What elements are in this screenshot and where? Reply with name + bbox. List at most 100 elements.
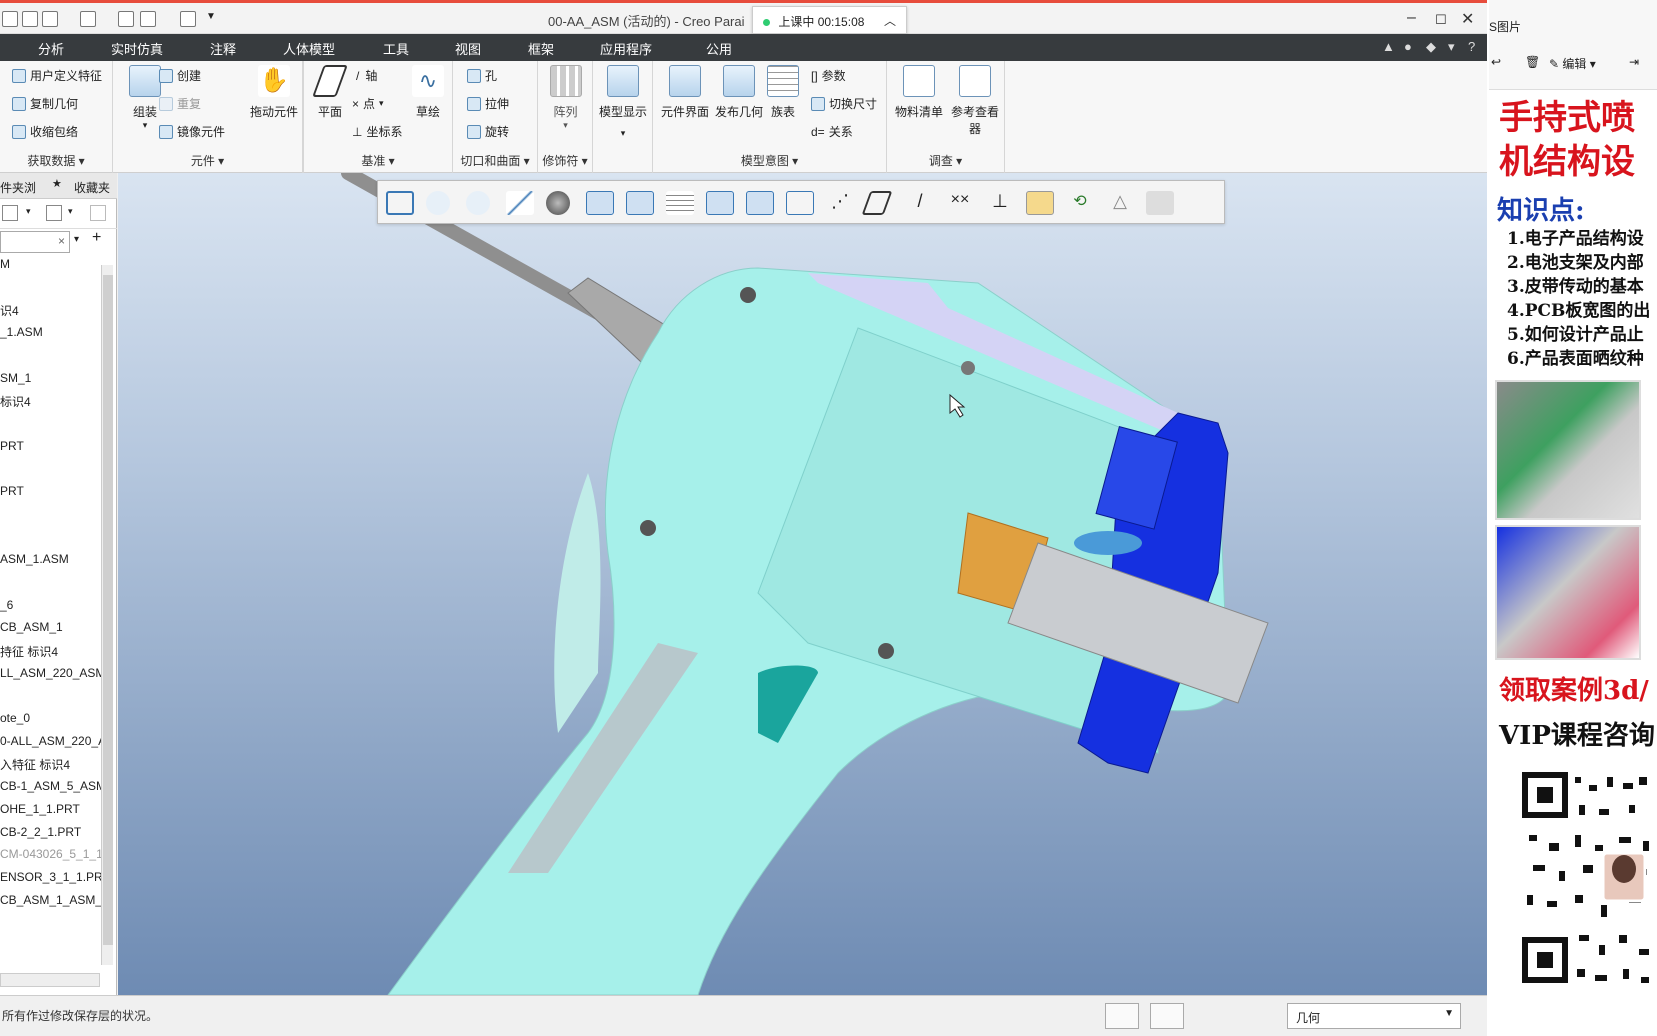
- tree-item[interactable]: ASM_1.ASM: [0, 552, 69, 566]
- revolve-button[interactable]: 旋转: [467, 123, 509, 140]
- csys-display-icon[interactable]: ⊥: [986, 191, 1014, 215]
- tree-search-input[interactable]: ×: [0, 231, 70, 253]
- shrinkwrap-button[interactable]: 收缩包络: [12, 123, 78, 140]
- tree-item[interactable]: CB-2_2_1.PRT: [0, 825, 81, 839]
- plane-display-icon[interactable]: [861, 191, 893, 215]
- tree-item[interactable]: ote_0: [0, 711, 30, 725]
- spin-center-icon[interactable]: [786, 191, 814, 215]
- annotation-display-icon[interactable]: [1026, 191, 1054, 215]
- publish-geometry-button[interactable]: 发布几何: [711, 65, 767, 120]
- tree-item[interactable]: LL_ASM_220_ASM: [0, 666, 105, 680]
- bom-button[interactable]: 物料清单: [891, 65, 947, 120]
- tree-item[interactable]: CB_ASM_1: [0, 620, 63, 634]
- group-label-cut-surface[interactable]: 切口和曲面 ▾: [453, 152, 537, 169]
- chevron-up-icon[interactable]: ︿: [884, 12, 896, 29]
- tree-item[interactable]: CB-1_ASM_5_ASM: [0, 779, 106, 793]
- repeat-button[interactable]: 重复: [159, 95, 201, 112]
- tab-favorites[interactable]: 收藏夹: [74, 179, 110, 196]
- share-icon[interactable]: ⇥: [1629, 55, 1639, 69]
- copy-geometry-button[interactable]: 复制几何: [12, 95, 78, 112]
- point-button[interactable]: × 点 ▾: [352, 95, 384, 112]
- group-label-component[interactable]: 元件 ▾: [113, 152, 302, 169]
- appearance-icon[interactable]: [1146, 191, 1174, 215]
- tree-item[interactable]: CB_ASM_1_ASM_1: [0, 893, 109, 907]
- save-icon[interactable]: [22, 11, 38, 27]
- group-label-model-intent[interactable]: 模型意图 ▾: [653, 152, 886, 169]
- tree-scrollbar[interactable]: [101, 265, 113, 965]
- new-icon[interactable]: [2, 11, 18, 27]
- drag-component-button[interactable]: ✋ 拖动元件: [243, 65, 305, 120]
- back-icon[interactable]: ↩: [1491, 55, 1501, 69]
- tab-manikin[interactable]: 人体模型: [283, 39, 335, 58]
- tab-analysis[interactable]: 分析: [38, 39, 64, 58]
- undo-icon[interactable]: [42, 11, 58, 27]
- spin-icon[interactable]: ⟲: [1066, 191, 1094, 215]
- group-label-datum[interactable]: 基准 ▾: [304, 152, 452, 169]
- model-display-button[interactable]: 模型显示 ▾: [595, 65, 651, 139]
- collapse-ribbon-icon[interactable]: ▲: [1382, 39, 1395, 54]
- repaint-icon[interactable]: [506, 191, 534, 215]
- show-icon[interactable]: [46, 205, 62, 221]
- tab-common[interactable]: 公用: [706, 39, 732, 58]
- tab-applications[interactable]: 应用程序: [600, 39, 652, 58]
- tree-item[interactable]: 0-ALL_ASM_220_A: [0, 734, 106, 748]
- graduation-cap-icon[interactable]: ◆: [1426, 39, 1436, 55]
- model-canvas[interactable]: [118, 173, 1487, 995]
- family-table-button[interactable]: 族表: [761, 65, 805, 120]
- tree-item[interactable]: 识4: [0, 302, 19, 319]
- tree-item[interactable]: _6: [0, 598, 13, 612]
- selection-icon[interactable]: [1150, 1003, 1184, 1029]
- tree-item[interactable]: PRT: [0, 484, 24, 498]
- chevron-down-icon[interactable]: ▾: [26, 206, 31, 217]
- reference-viewer-button[interactable]: 参考查看器: [947, 65, 1003, 137]
- tab-tools[interactable]: 工具: [383, 39, 409, 58]
- group-label-get-data[interactable]: 获取数据 ▾: [0, 152, 112, 169]
- datum-display-icon[interactable]: ⋰: [826, 191, 854, 215]
- maximize-button[interactable]: ☐: [1435, 12, 1447, 28]
- help-icon[interactable]: ?: [1468, 39, 1475, 54]
- minimize-button[interactable]: –: [1407, 9, 1416, 27]
- tree-item[interactable]: SM_1: [0, 371, 31, 385]
- saved-orientations-icon[interactable]: [586, 191, 614, 215]
- user-defined-feature-button[interactable]: 用户定义特征: [12, 67, 102, 84]
- horizontal-scrollbar[interactable]: [0, 973, 100, 987]
- find-icon[interactable]: [1105, 1003, 1139, 1029]
- tab-annotate[interactable]: 注释: [210, 39, 236, 58]
- tree-item[interactable]: 标识4: [0, 393, 31, 410]
- pattern-button[interactable]: 阵列 ▾: [538, 65, 593, 131]
- view-manager-icon[interactable]: [626, 191, 654, 215]
- filter-icon[interactable]: [90, 205, 106, 221]
- chevron-down-icon[interactable]: ▾: [68, 206, 73, 217]
- tree-item[interactable]: ENSOR_3_1_1.PRT: [0, 870, 110, 884]
- tree-item[interactable]: CM-043026_5_1_1: [0, 847, 103, 861]
- group-label-modifier[interactable]: 修饰符 ▾: [538, 152, 592, 169]
- tree-item[interactable]: OHE_1_1.PRT: [0, 802, 80, 816]
- group-label-investigate[interactable]: 调查 ▾: [887, 152, 1004, 169]
- graphics-viewport[interactable]: ⋰ / ×× ⊥ ⟲ △: [118, 173, 1487, 995]
- sketch-button[interactable]: ∿ 草绘: [404, 65, 452, 120]
- refit-icon[interactable]: [386, 191, 414, 215]
- display-style-icon[interactable]: [546, 191, 570, 215]
- close-button[interactable]: ✕: [1461, 9, 1474, 29]
- close-window-icon[interactable]: [180, 11, 196, 27]
- regenerate-icon[interactable]: [118, 11, 134, 27]
- search-options-icon[interactable]: ▾: [74, 234, 79, 245]
- tree-item[interactable]: _1.ASM: [0, 325, 43, 339]
- hole-button[interactable]: 孔: [467, 67, 497, 84]
- edit-button[interactable]: ✎ 编辑 ▾: [1549, 55, 1596, 72]
- clear-icon[interactable]: ×: [58, 234, 65, 248]
- parameters-button[interactable]: [] 参数: [811, 67, 846, 84]
- axis-display-icon[interactable]: /: [906, 191, 934, 215]
- layers-icon[interactable]: [666, 191, 694, 215]
- section-icon[interactable]: [706, 191, 734, 215]
- dropdown-icon[interactable]: ▾: [1448, 39, 1455, 55]
- redo-icon[interactable]: [80, 11, 96, 27]
- customize-dropdown-icon[interactable]: ▼: [206, 11, 222, 27]
- relations-button[interactable]: d= 关系: [811, 123, 853, 140]
- windows-icon[interactable]: [140, 11, 156, 27]
- mirror-component-button[interactable]: 镜像元件: [159, 123, 225, 140]
- zoom-out-icon[interactable]: [466, 191, 490, 215]
- axis-button[interactable]: / 轴: [356, 67, 377, 84]
- point-display-icon[interactable]: ××: [946, 191, 974, 215]
- tree-item[interactable]: 入特征 标识4: [0, 756, 70, 773]
